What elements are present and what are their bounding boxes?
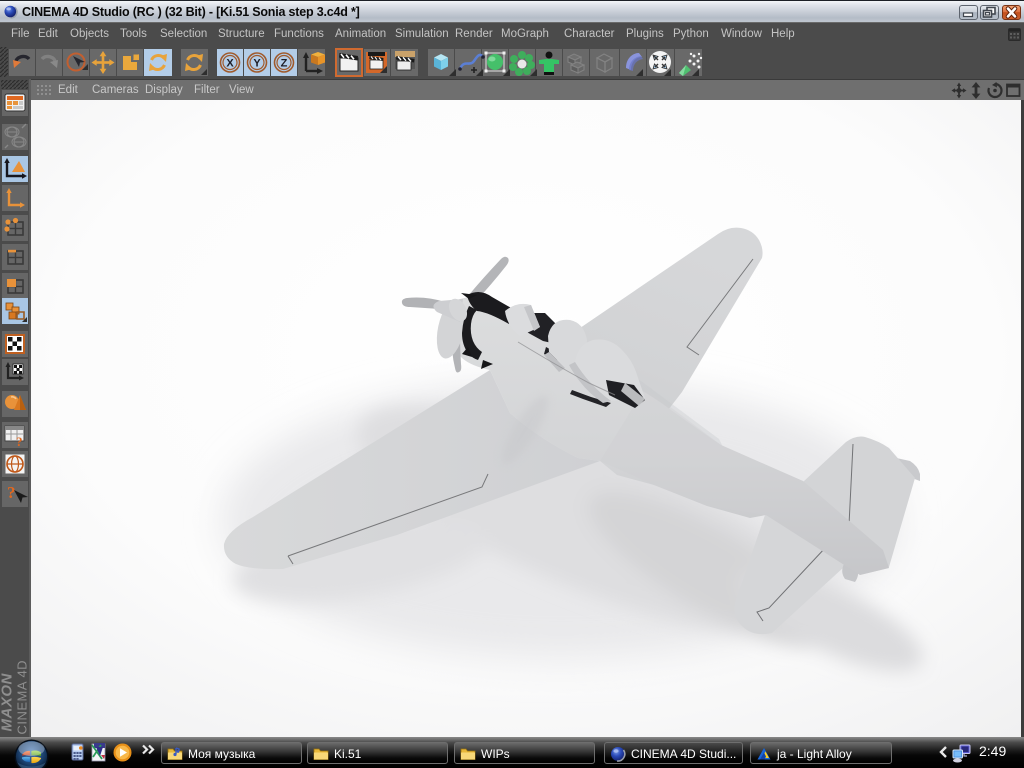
svg-text:Y: Y (253, 58, 261, 70)
svg-text:CINEMA 4D: CINEMA 4D (15, 660, 30, 735)
svg-text:?: ? (7, 483, 16, 502)
svg-text:X: X (226, 58, 234, 70)
svg-text:MAXON: MAXON (0, 673, 16, 732)
svg-text:Z: Z (281, 58, 288, 70)
svg-text:?: ? (16, 434, 23, 449)
